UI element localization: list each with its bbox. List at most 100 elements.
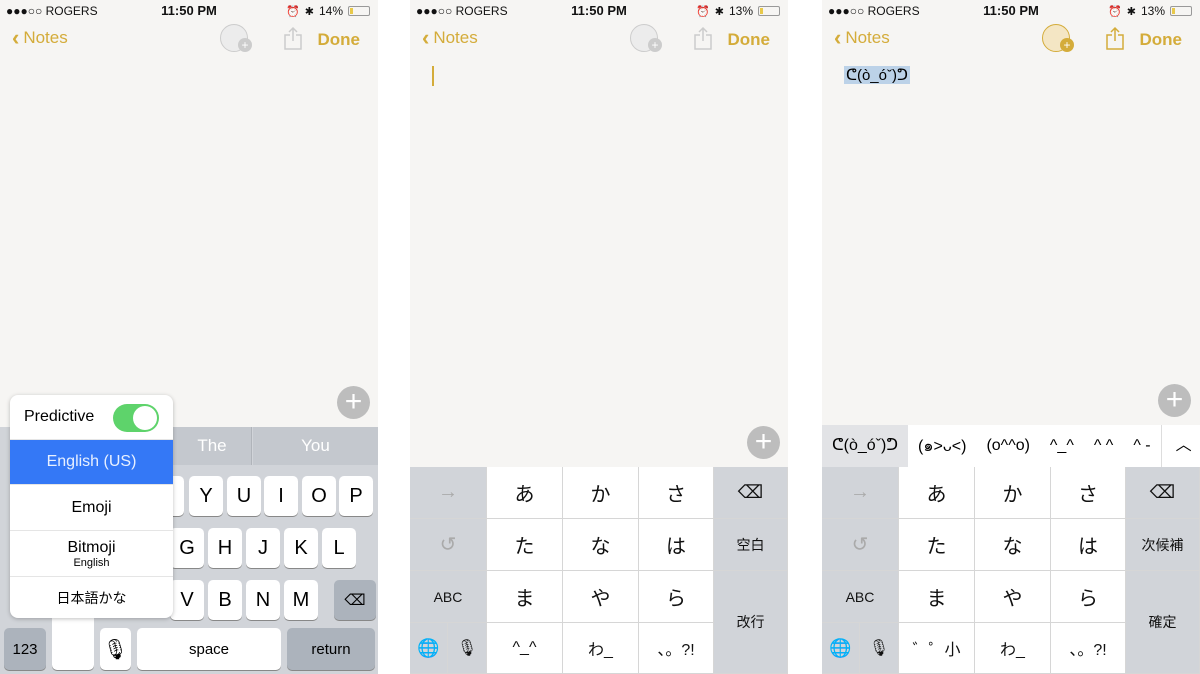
kana-bottom-key-2[interactable]: 、。?! xyxy=(1051,623,1126,674)
globe-key[interactable]: 🌐 xyxy=(410,623,448,674)
share-icon[interactable] xyxy=(694,26,712,50)
delete-key[interactable]: ⌫ xyxy=(1126,467,1200,519)
suggestion-the[interactable]: The xyxy=(173,427,252,465)
key-y[interactable]: Y xyxy=(189,476,223,516)
kana-key-や[interactable]: や xyxy=(975,571,1051,623)
add-people-icon[interactable]: + xyxy=(630,24,662,52)
back-button[interactable]: ‹ Notes xyxy=(422,27,478,49)
kana-key-さ[interactable]: さ xyxy=(1051,467,1126,519)
kana-key-な[interactable]: な xyxy=(975,519,1051,571)
chevron-left-icon: ‹ xyxy=(12,25,20,50)
return-key[interactable]: 改行 xyxy=(714,571,788,674)
plus-badge-icon: + xyxy=(648,38,662,52)
predictive-toggle[interactable] xyxy=(113,404,159,432)
keyboard-option-1[interactable]: Emoji xyxy=(10,485,173,531)
microphone-key[interactable]: 🎙 xyxy=(860,623,899,674)
key-j[interactable]: J xyxy=(246,528,280,568)
space-key[interactable]: space xyxy=(137,628,281,670)
delete-key[interactable]: ⌫ xyxy=(714,467,788,519)
keyboard-option-label: 日本語かな xyxy=(56,589,127,606)
nav-bar: ‹ Notes + Done xyxy=(410,24,788,56)
key-n[interactable]: N xyxy=(246,580,280,620)
back-button[interactable]: ‹ Notes xyxy=(12,25,68,50)
status-icons: ⏰ ✱ 14% xyxy=(286,4,370,18)
kana-left-key-1[interactable]: ↺ xyxy=(822,519,899,571)
battery-icon xyxy=(348,6,370,16)
key-m[interactable]: M xyxy=(284,580,318,620)
keyboard-option-3[interactable]: 日本語かな xyxy=(10,577,173,618)
done-button[interactable]: Done xyxy=(318,30,361,50)
kana-left-key-2[interactable]: ABC xyxy=(822,571,899,623)
add-button[interactable]: + xyxy=(747,426,780,459)
space-key[interactable]: 空白 xyxy=(714,519,788,571)
expand-candidates-button[interactable]: ︿ xyxy=(1160,425,1200,467)
battery-percent: 13% xyxy=(728,4,753,18)
candidate-4[interactable]: ^ ^ xyxy=(1084,437,1123,455)
back-button[interactable]: ‹ Notes xyxy=(834,27,890,49)
kana-bottom-key-0[interactable]: ^_^ xyxy=(487,623,563,674)
candidate-5[interactable]: ^ - xyxy=(1123,437,1160,455)
candidate-3[interactable]: ^_^ xyxy=(1040,437,1084,455)
keyboard-option-0[interactable]: English (US) xyxy=(10,440,173,485)
kana-key-あ[interactable]: あ xyxy=(487,467,563,519)
add-people-icon[interactable]: + xyxy=(1042,24,1074,52)
battery-percent: 14% xyxy=(318,4,343,18)
key-u[interactable]: U xyxy=(227,476,261,516)
numbers-key[interactable]: 123 xyxy=(4,628,46,670)
kana-key-ま[interactable]: ま xyxy=(899,571,975,623)
key-b[interactable]: B xyxy=(208,580,242,620)
suggestion-you[interactable]: You xyxy=(253,427,378,465)
kana-key-た[interactable]: た xyxy=(487,519,563,571)
done-button[interactable]: Done xyxy=(728,30,771,50)
return-key[interactable]: return xyxy=(287,628,375,670)
panel-language-switcher: ●●●○○ ROGERS 11:50 PM ⏰ ✱ 14% ‹ Notes + Done + The… xyxy=(0,0,378,674)
key-p[interactable]: P xyxy=(339,476,373,516)
kana-key-あ[interactable]: あ xyxy=(899,467,975,519)
kana-key-た[interactable]: た xyxy=(899,519,975,571)
kana-key-か[interactable]: か xyxy=(975,467,1051,519)
delete-key[interactable]: ⌫ xyxy=(334,580,376,620)
kana-key-ら[interactable]: ら xyxy=(639,571,714,623)
keyboard-option-2[interactable]: Bitmoji English xyxy=(10,531,173,577)
kana-left-key-0[interactable]: → xyxy=(822,467,899,519)
add-button[interactable]: + xyxy=(337,386,370,419)
kana-left-key-1[interactable]: ↺ xyxy=(410,519,487,571)
share-icon[interactable] xyxy=(1106,26,1124,50)
kana-key-や[interactable]: や xyxy=(563,571,639,623)
share-icon[interactable] xyxy=(284,26,302,50)
kana-key-な[interactable]: な xyxy=(563,519,639,571)
add-people-icon[interactable]: + xyxy=(220,24,252,52)
candidate-2[interactable]: (o^^o) xyxy=(976,437,1039,455)
microphone-key[interactable]: 🎙 xyxy=(448,623,487,674)
kana-bottom-key-0[interactable]: ゛゜小 xyxy=(899,623,975,674)
key-k[interactable]: K xyxy=(284,528,318,568)
note-text-selected[interactable]: ᕦ(ò_óˇ)ᕤ xyxy=(844,66,910,84)
key-v[interactable]: V xyxy=(170,580,204,620)
key-o[interactable]: O xyxy=(302,476,336,516)
key-i[interactable]: I xyxy=(264,476,298,516)
confirm-key[interactable]: 確定 xyxy=(1126,571,1200,674)
key-g[interactable]: G xyxy=(170,528,204,568)
kana-bottom-key-2[interactable]: 、。?! xyxy=(639,623,714,674)
kana-key-は[interactable]: は xyxy=(639,519,714,571)
next-candidate-key[interactable]: 次候補 xyxy=(1126,519,1200,571)
kana-left-key-2[interactable]: ABC xyxy=(410,571,487,623)
kana-key-ま[interactable]: ま xyxy=(487,571,563,623)
add-button[interactable]: + xyxy=(1158,384,1191,417)
kana-key-は[interactable]: は xyxy=(1051,519,1126,571)
key-h[interactable]: H xyxy=(208,528,242,568)
kana-key-ら[interactable]: ら xyxy=(1051,571,1126,623)
bluetooth-icon: ✱ xyxy=(304,5,314,18)
kana-bottom-key-1[interactable]: わ_ xyxy=(563,623,639,674)
candidate-1[interactable]: (๑˃ᴗ˂) xyxy=(908,434,976,459)
microphone-key[interactable]: 🎙 xyxy=(100,628,131,670)
plus-badge-icon: + xyxy=(238,38,252,52)
kana-bottom-key-1[interactable]: わ_ xyxy=(975,623,1051,674)
kana-left-key-0[interactable]: → xyxy=(410,467,487,519)
candidate-0[interactable]: ᕦ(ò_óˇ)ᕤ xyxy=(822,425,909,467)
globe-key[interactable]: 🌐 xyxy=(822,623,860,674)
done-button[interactable]: Done xyxy=(1140,30,1183,50)
kana-key-か[interactable]: か xyxy=(563,467,639,519)
key-l[interactable]: L xyxy=(322,528,356,568)
kana-key-さ[interactable]: さ xyxy=(639,467,714,519)
